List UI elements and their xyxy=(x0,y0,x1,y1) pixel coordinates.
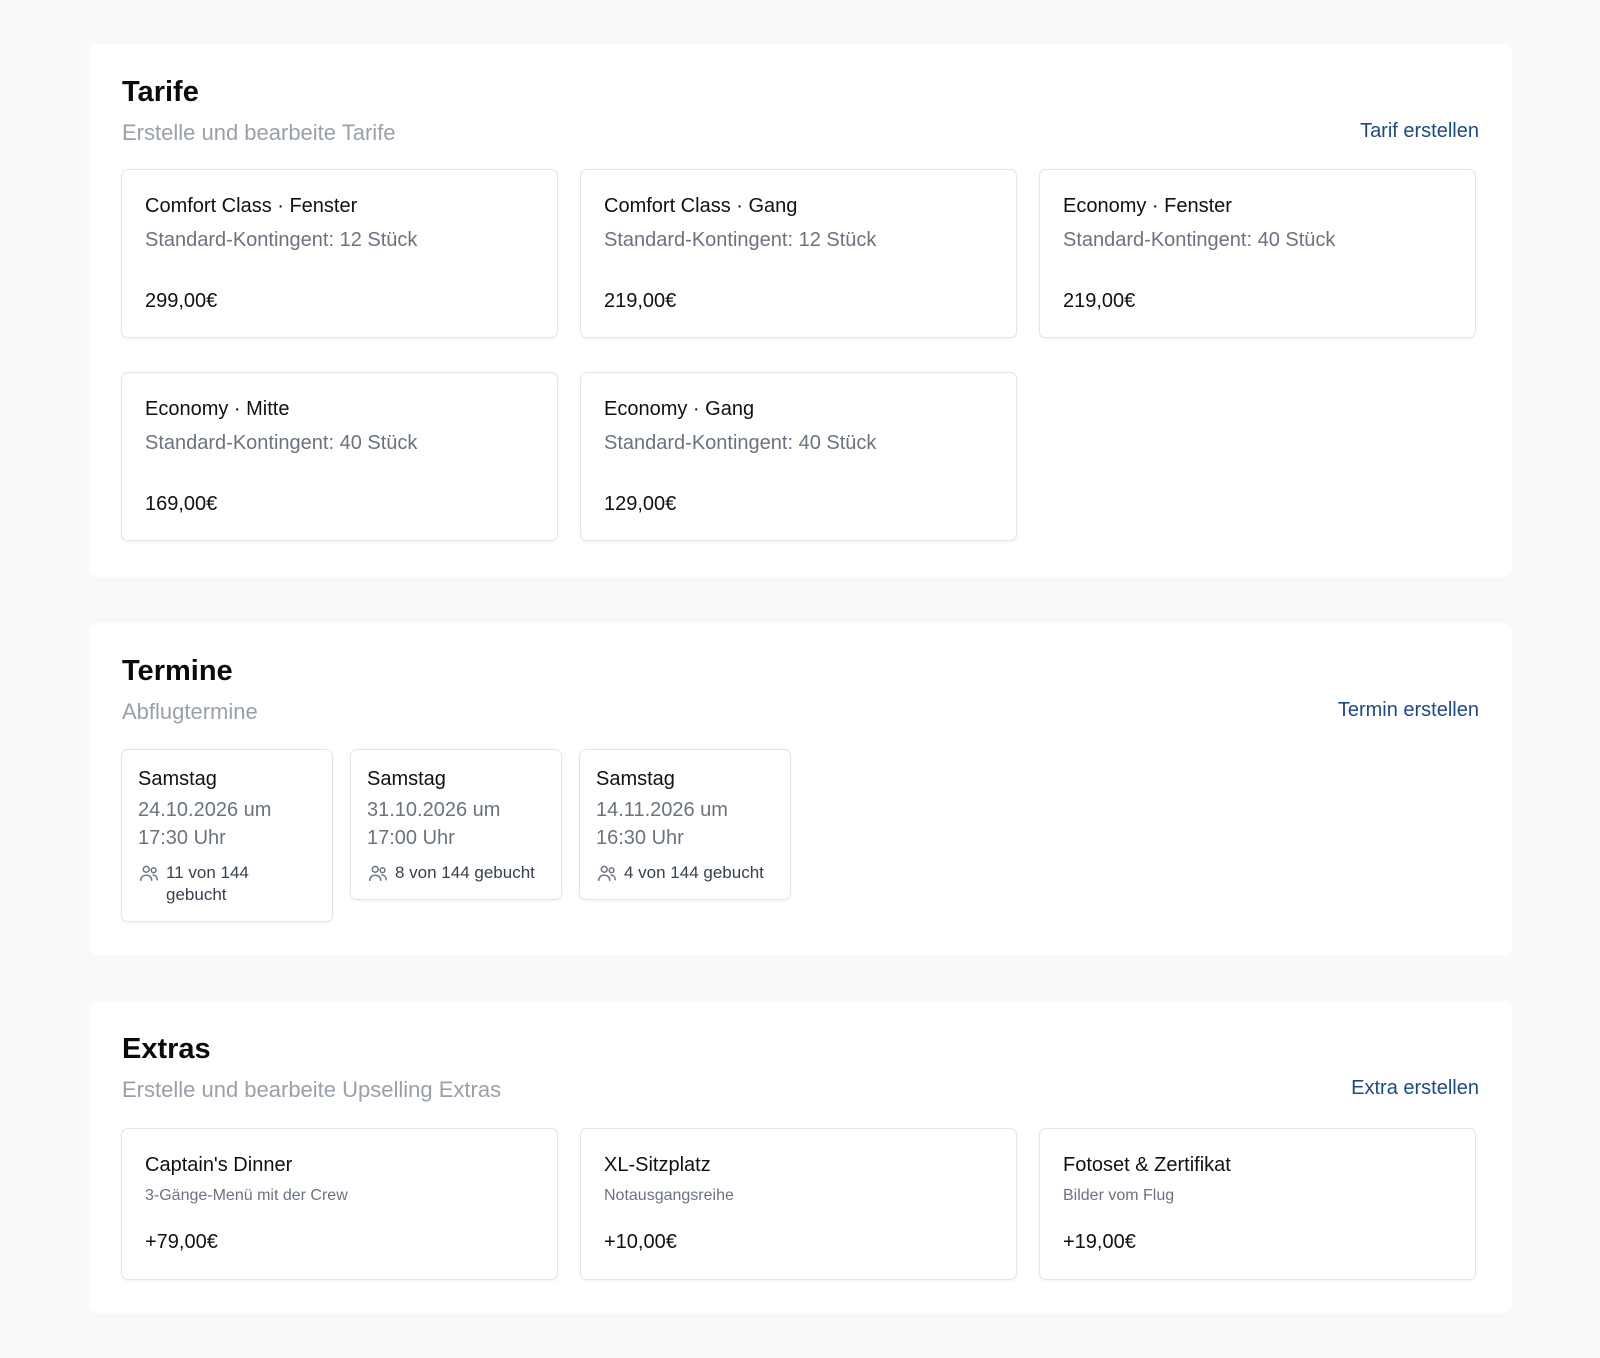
tarif-title: Comfort Class · Fenster xyxy=(145,195,358,217)
tarif-card[interactable]: Economy · Mitte Standard-Kontingent: 40 … xyxy=(121,372,558,541)
extra-price: +10,00€ xyxy=(604,1231,677,1253)
tarif-price: 129,00€ xyxy=(604,493,677,515)
termin-datetime: 24.10.2026 um 17:30 Uhr xyxy=(138,799,272,849)
tarife-section: Tarife Erstelle und bearbeite Tarife Tar… xyxy=(89,44,1512,577)
extra-price: +19,00€ xyxy=(1063,1231,1136,1253)
termin-booked: 8 von 144 gebucht xyxy=(395,863,535,882)
termin-day: Samstag xyxy=(367,768,446,790)
extra-title: XL-Sitzplatz xyxy=(604,1154,711,1176)
tarif-price: 219,00€ xyxy=(1063,290,1136,312)
create-tarif-link[interactable]: Tarif erstellen xyxy=(1360,120,1479,143)
users-icon xyxy=(369,865,387,882)
termin-datetime: 31.10.2026 um 17:00 Uhr xyxy=(367,799,501,849)
tarif-quota: Standard-Kontingent: 12 Stück xyxy=(145,229,418,251)
extra-title: Captain's Dinner xyxy=(145,1154,293,1176)
tarif-title: Economy · Mitte xyxy=(145,398,290,420)
extras-subtitle: Erstelle und bearbeite Upselling Extras xyxy=(122,1077,502,1102)
tarif-title: Economy · Fenster xyxy=(1063,195,1232,217)
tarif-title: Economy · Gang xyxy=(604,398,755,420)
tarif-quota: Standard-Kontingent: 40 Stück xyxy=(1063,229,1336,251)
termin-booking: 4 von 144 gebucht xyxy=(596,862,764,884)
termin-booking: 8 von 144 gebucht xyxy=(367,862,535,884)
extra-price: +79,00€ xyxy=(145,1231,218,1253)
create-extra-link[interactable]: Extra erstellen xyxy=(1351,1077,1479,1100)
tarif-card[interactable]: Comfort Class · Gang Standard-Kontingent… xyxy=(580,169,1017,338)
termin-card[interactable]: Samstag 14.11.2026 um 16:30 Uhr 4 von 14… xyxy=(579,749,791,900)
termin-booked: 11 von 144 gebucht xyxy=(166,863,249,904)
tarif-card[interactable]: Economy · Gang Standard-Kontingent: 40 S… xyxy=(580,372,1017,541)
tarif-price: 169,00€ xyxy=(145,493,218,515)
termine-section: Termine Abflugtermine Termin erstellen S… xyxy=(89,623,1512,955)
termin-day: Samstag xyxy=(138,768,217,790)
extra-description: Bilder vom Flug xyxy=(1063,1187,1175,1204)
termine-title: Termine xyxy=(122,655,233,687)
tarif-quota: Standard-Kontingent: 40 Stück xyxy=(145,432,418,454)
termine-subtitle: Abflugtermine xyxy=(122,699,258,724)
tarif-price: 219,00€ xyxy=(604,290,677,312)
extras-section: Extras Erstelle und bearbeite Upselling … xyxy=(89,1001,1512,1313)
extra-card[interactable]: Fotoset & Zertifikat Bilder vom Flug +19… xyxy=(1039,1128,1476,1280)
users-icon xyxy=(140,865,158,882)
termin-card[interactable]: Samstag 31.10.2026 um 17:00 Uhr 8 von 14… xyxy=(350,749,562,900)
termin-booked: 4 von 144 gebucht xyxy=(624,863,764,882)
termin-booking: 11 von 144 gebucht xyxy=(138,862,276,906)
termin-card[interactable]: Samstag 24.10.2026 um 17:30 Uhr 11 von 1… xyxy=(121,749,333,922)
tarif-price: 299,00€ xyxy=(145,290,218,312)
tarife-subtitle: Erstelle und bearbeite Tarife xyxy=(122,120,396,145)
tarif-quota: Standard-Kontingent: 40 Stück xyxy=(604,432,877,454)
extra-card[interactable]: Captain's Dinner 3-Gänge-Menü mit der Cr… xyxy=(121,1128,558,1280)
termin-day: Samstag xyxy=(596,768,675,790)
extra-title: Fotoset & Zertifikat xyxy=(1063,1154,1231,1176)
create-termin-link[interactable]: Termin erstellen xyxy=(1338,699,1479,722)
termin-datetime: 14.11.2026 um 16:30 Uhr xyxy=(596,799,728,849)
tarif-title: Comfort Class · Gang xyxy=(604,195,798,217)
tarif-quota: Standard-Kontingent: 12 Stück xyxy=(604,229,877,251)
extra-card[interactable]: XL-Sitzplatz Notausgangsreihe +10,00€ xyxy=(580,1128,1017,1280)
tarif-card[interactable]: Comfort Class · Fenster Standard-Konting… xyxy=(121,169,558,338)
tarife-title: Tarife xyxy=(122,76,199,108)
extras-title: Extras xyxy=(122,1033,211,1065)
users-icon xyxy=(598,865,616,882)
tarif-card[interactable]: Economy · Fenster Standard-Kontingent: 4… xyxy=(1039,169,1476,338)
extra-description: 3-Gänge-Menü mit der Crew xyxy=(145,1187,348,1204)
extra-description: Notausgangsreihe xyxy=(604,1187,734,1204)
